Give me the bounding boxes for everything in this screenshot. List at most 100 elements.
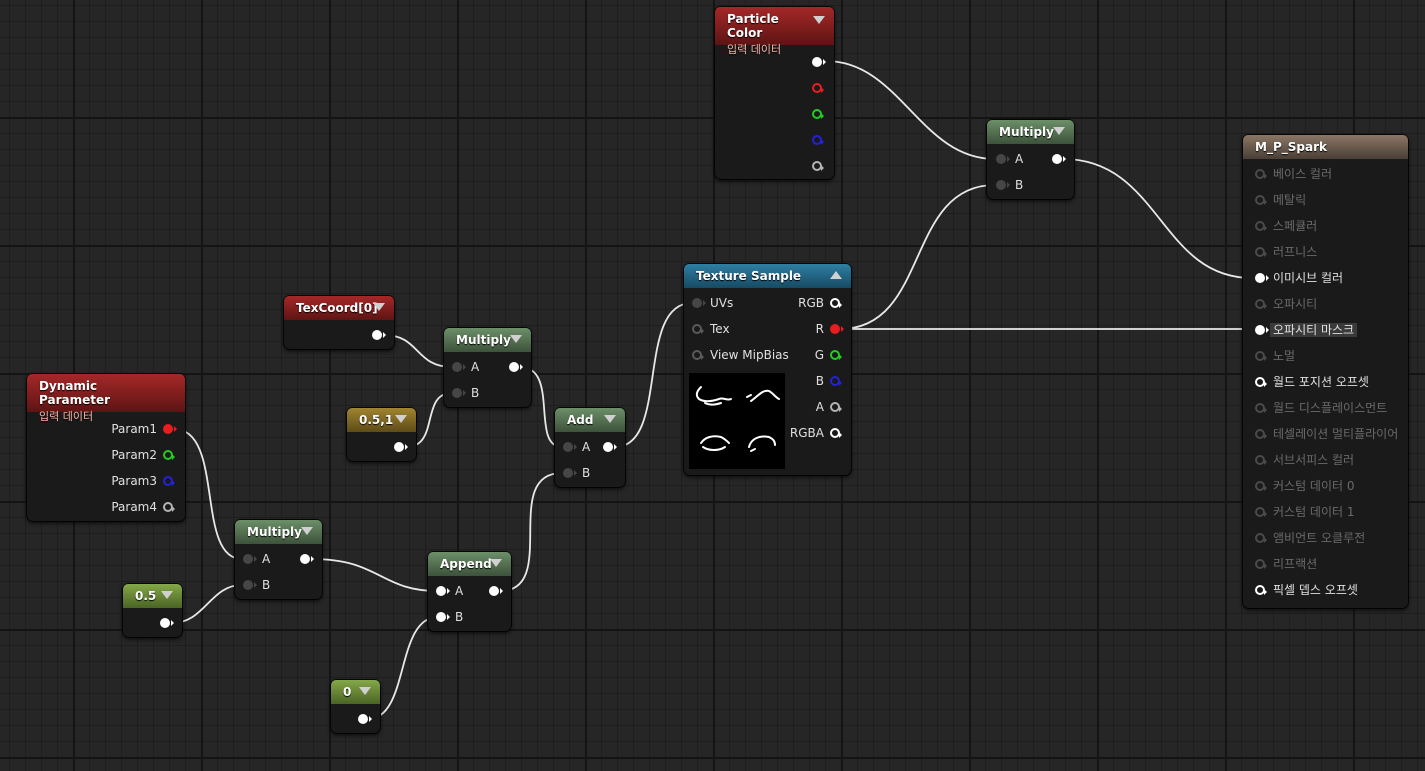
add-node[interactable]: Add A B [555,408,625,487]
texture-sample-header[interactable]: Texture Sample [684,264,851,288]
output-pin[interactable] [358,714,372,724]
texture-sample-node[interactable]: Texture Sample UVs Tex View MipBias RGB … [684,264,851,475]
input-pin-b[interactable] [436,612,450,622]
input-pin-a[interactable] [436,586,450,596]
constant-05-node[interactable]: 0.5 [123,584,182,637]
output-pin[interactable] [509,362,523,372]
output-pin[interactable] [489,586,503,596]
collapse-arrow-icon[interactable] [490,559,502,567]
material-input-pin[interactable] [1255,299,1267,309]
node-title: Dynamic Parameter [39,379,111,407]
material-input-pin[interactable] [1255,481,1267,491]
material-input-pin[interactable] [1255,247,1267,257]
collapse-arrow-icon[interactable] [510,335,522,343]
input-pin-b[interactable] [243,580,257,590]
collapse-arrow-icon[interactable] [301,527,313,535]
output-pin-g[interactable] [812,109,824,119]
output-pin-rgba[interactable] [812,57,826,67]
output-pin[interactable] [372,330,386,340]
input-pin-uvs[interactable] [692,298,706,308]
input-pin-b[interactable] [452,388,466,398]
material-input-pin[interactable] [1255,351,1267,361]
output-pin[interactable] [160,618,174,628]
dynamic-parameter-header[interactable]: Dynamic Parameter 입력 데이터 [27,374,185,423]
output-pin-b[interactable] [812,135,824,145]
collapse-arrow-icon[interactable] [1053,127,1065,135]
constant2-header[interactable]: 0.5,1 [347,408,416,432]
wire-particlecolor-to-multiply-a [825,60,996,160]
input-pin-b[interactable] [996,180,1010,190]
texcoord-header[interactable]: TexCoord[0] [284,296,394,320]
constant-0-node[interactable]: 0 [331,680,380,733]
particle-color-header[interactable]: Particle Color 입력 데이터 [715,7,834,56]
constant-header[interactable]: 0 [331,680,380,704]
material-input-pin[interactable] [1255,559,1267,569]
multiply-header[interactable]: Multiply [987,120,1074,144]
material-input-pin[interactable] [1255,429,1267,439]
output-pin-rgb[interactable] [830,298,842,308]
input-pin-a[interactable] [996,154,1010,164]
output-pin-r[interactable] [812,83,824,93]
multiply-param-node[interactable]: Multiply A B [235,520,322,599]
append-header[interactable]: Append [428,552,511,576]
constant-header[interactable]: 0.5 [123,584,182,608]
material-input-label: 월드 포지션 오프셋 [1273,375,1369,389]
particle-color-node[interactable]: Particle Color 입력 데이터 [715,7,834,179]
collapse-arrow-icon[interactable] [813,16,825,24]
node-title: Multiply [247,525,302,539]
output-pin-param1[interactable] [163,424,177,434]
output-pin-param2[interactable] [163,450,175,460]
multiply-header[interactable]: Multiply [444,328,531,352]
material-input-pin[interactable] [1255,377,1267,387]
input-pin-tex[interactable] [692,324,704,334]
collapse-arrow-icon[interactable] [359,687,371,695]
append-node[interactable]: Append A B [428,552,511,631]
output-pin-param3[interactable] [163,476,175,486]
material-input-pin[interactable] [1255,221,1267,231]
material-input-pin[interactable] [1255,169,1267,179]
collapse-arrow-icon[interactable] [395,415,407,423]
pin-label-param1: Param1 [111,422,157,436]
output-pin-a[interactable] [830,402,842,412]
output-pin[interactable] [1052,154,1066,164]
input-pin-a[interactable] [452,362,466,372]
multiply-color-node[interactable]: Multiply A B [987,120,1074,199]
node-title: Append [440,557,492,571]
collapse-arrow-icon[interactable] [373,303,385,311]
constant2-node[interactable]: 0.5,1 [347,408,416,461]
output-pin-a[interactable] [812,161,824,171]
material-input-pin[interactable] [1255,403,1267,413]
material-input-pin[interactable] [1255,585,1267,595]
collapse-arrow-icon[interactable] [830,271,842,279]
material-input-pin[interactable] [1255,455,1267,465]
multiply-uv-node[interactable]: Multiply A B [444,328,531,407]
input-pin-view-mipbias[interactable] [692,350,704,360]
output-pin[interactable] [300,554,314,564]
material-input-pin[interactable] [1255,273,1269,283]
output-pin-r[interactable] [830,324,844,334]
output-pin-b[interactable] [830,376,842,386]
multiply-header[interactable]: Multiply [235,520,322,544]
input-pin-b[interactable] [563,468,577,478]
texcoord-node[interactable]: TexCoord[0] [284,296,394,349]
material-input-label: 앰비언트 오클루전 [1273,531,1366,545]
add-header[interactable]: Add [555,408,625,432]
dynamic-parameter-node[interactable]: Dynamic Parameter 입력 데이터 Param1 Param2 P… [27,374,185,521]
collapse-arrow-icon[interactable] [604,415,616,423]
output-pin[interactable] [394,442,408,452]
material-input-pin[interactable] [1255,195,1267,205]
material-input-pin[interactable] [1255,507,1267,517]
material-input-pin[interactable] [1255,533,1267,543]
input-pin-a[interactable] [563,442,577,452]
input-pin-a[interactable] [243,554,257,564]
output-pin-rgba[interactable] [830,428,842,438]
material-input-pin[interactable] [1255,325,1269,335]
collapse-arrow-icon[interactable] [161,591,173,599]
material-result-header[interactable]: M_P_Spark [1243,135,1408,159]
output-pin[interactable] [603,442,617,452]
material-result-node[interactable]: M_P_Spark 베이스 컬러 메탈릭 스페큘러 러프니스 이미시브 컬러 오파시티 오파… [1243,135,1408,608]
pin-label-a: A [815,400,824,414]
output-pin-param4[interactable] [163,502,175,512]
output-pin-g[interactable] [830,350,842,360]
pin-label-b: B [815,374,824,388]
